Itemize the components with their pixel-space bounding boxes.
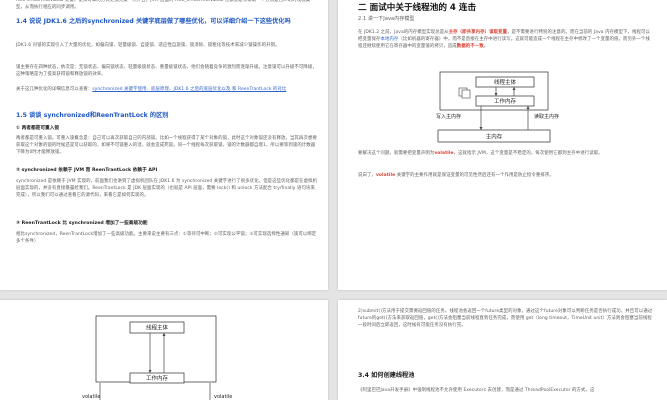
section-2-title: 二 面试中关于线程池的 4 连击 — [358, 3, 477, 13]
point-2-paragraph: synchronized 是依赖于 JVM 实现的，前面我们也讲到了虚拟机团队在… — [16, 179, 318, 199]
section-3-4-title: 3.4 如何创建线程池 — [358, 372, 415, 379]
main-memory-label: 主内存 — [486, 133, 503, 141]
write-main-memory-label: 写入主内存 — [436, 113, 461, 120]
volatile-paragraph-1: 要解决这个问题，就需要把变量声明为volatile，这就指示 JVM，这个变量是… — [358, 150, 653, 157]
jmm-text-c: （比如机器的寄存器）中，而不是直接在主存中进行读写。这就可能造成一个线程在主存中… — [358, 37, 650, 50]
section-1-4-title: 1.4 说说 JDK1.6 之后的synchronized 关键字底层做了哪些优… — [16, 18, 291, 25]
document-page-top-left: ACC SYNCHRONIZED 关键，使得可靠的方式更加完美一点并且，JVM … — [0, 0, 328, 290]
volatile-text-b: ，这就指示 JVM，这个变量是不稳定的，每次使用它都到主存中进行读取。 — [453, 151, 603, 156]
point-1-heading: ① 两者都是可重入锁 — [16, 126, 60, 131]
reference-link[interactable]: synchronized 关键字使用、底层原理、JDK1.6 之后的底层优化以及… — [92, 87, 286, 92]
point-1-paragraph: 两者都是可重入锁。可重入锁概念是：自己可以再次获取自己的内部锁。比如一个线程获得… — [16, 136, 317, 156]
section-3-4-paragraph: 《阿里巴巴Java开发手册》中强制线程池不允许使用 Executors 去创建，… — [358, 388, 595, 393]
jmm-text-a: 在 JDK1.2 之前，Java的内存模型实现总是从 — [358, 30, 449, 35]
jmm-paragraph: 在 JDK1.2 之前，Java的内存模型实现总是从主存（即共享内存）读取变量，… — [358, 29, 653, 51]
section-1-4-paragraph-2: 锁主要存在四种状态，依次是：无锁状态、偏向锁状态、轻量级锁状态、重量级锁状态，他… — [16, 65, 317, 78]
jmm-text-d: 。 — [483, 44, 489, 50]
volatile-paragraph-2: 说白了，volatile 关键字的主要作用就是保证变量的可见性然后还有一个作用是… — [358, 172, 653, 179]
subsection-2-1-title: 2.1 讲一下Java内存模型 — [358, 16, 415, 22]
volatile-label-right: volatile — [214, 394, 232, 400]
thread-body-label-2: 线程主体 — [146, 324, 169, 332]
reference-prefix: 关于这几种优化的详细信息可以查看： — [16, 87, 93, 92]
submit-paragraph: 2)submit()方法用于提交需要返回值的任务。线程池会返回一个future类… — [358, 309, 653, 329]
jmm-highlight-inconsistency: 数据的不一致 — [456, 44, 484, 50]
volatile-text-c: 说白了， — [358, 173, 376, 178]
section-1-4-paragraph-3: 关于这几种优化的详细信息可以查看：synchronized 关键字使用、底层原理… — [16, 86, 318, 93]
section-1-5-title: 1.5 谈谈 synchronized和ReenTrantLock 的区别 — [16, 112, 169, 119]
document-page-bottom-right: 2)submit()方法用于提交需要返回值的任务。线程池会返回一个future类… — [338, 300, 667, 400]
document-page-top-right: 二 面试中关于线程池的 4 连击 2.1 讲一下Java内存模型 在 JDK1.… — [338, 0, 667, 290]
jmm-highlight-local-memory: 本地内存 — [380, 37, 399, 43]
jmm-diagram: 线程主体 工作内存 写入主内存 读取主内存 主内存 — [436, 71, 559, 143]
document-page-bottom-left: 线程主体 工作内存 volatile volatile — [0, 300, 328, 400]
volatile-label-left: volatile — [82, 394, 100, 400]
volatile-diagram: 线程主体 工作内存 volatile volatile — [82, 315, 232, 400]
volatile-text-d: 关键字的主要作用就是保证变量的可见性然后还有一个作用是防止指令重排序。 — [395, 173, 554, 178]
point-3-paragraph: 相比synchronized，ReenTrantLock增加了一些高级功能。主要… — [16, 232, 317, 245]
thread-body-label: 线程主体 — [494, 78, 517, 86]
volatile-keyword-2: volatile — [375, 173, 396, 178]
work-memory-label-2: 工作内存 — [146, 374, 169, 382]
intro-paragraph: ACC SYNCHRONIZED 关键，使得可靠的方式更加完美一点并且，JVM … — [16, 0, 311, 11]
point-3-heading: ③ ReenTrantLock 比 synchronized 增加了一些高级功能 — [16, 221, 148, 226]
jmm-highlight-main-memory: 主存（即共享内存）读取变量 — [448, 30, 508, 35]
point-2-heading: ② synchronized 依赖于 JVM 而 ReenTrantLock 依… — [16, 168, 158, 173]
volatile-keyword-1: volatile — [434, 151, 454, 156]
section-1-4-paragraph-1: JDK1.6 对锁的实现引入了大量的优化，如偏向锁、轻量级锁、自旋锁、适应性自旋… — [16, 43, 280, 48]
read-main-memory-label: 读取主内存 — [534, 113, 559, 120]
volatile-text-a: 要解决这个问题，就需要把变量声明为 — [358, 151, 435, 156]
work-memory-label: 工作内存 — [494, 97, 517, 105]
